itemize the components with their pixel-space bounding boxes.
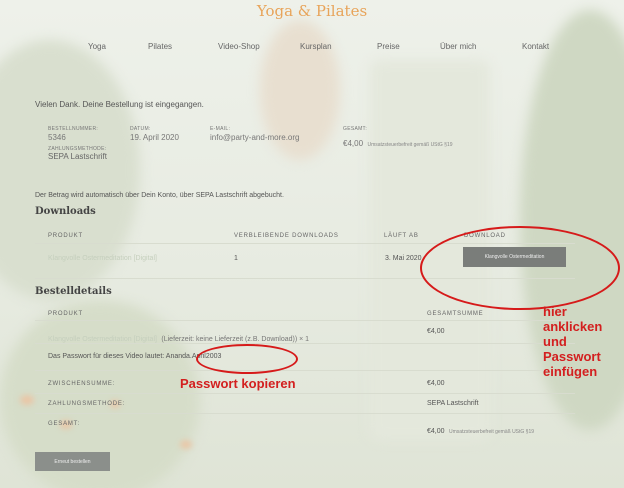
nav-item-kursplan[interactable]: Kursplan: [300, 42, 332, 51]
sepa-note: Der Betrag wird automatisch über Dein Ko…: [35, 192, 284, 199]
download-remaining: 1: [234, 255, 238, 262]
order-number-label: BESTELLNUMMER:: [48, 126, 99, 132]
order-email-label: E-MAIL:: [210, 126, 231, 132]
order-number: 5346: [48, 133, 66, 142]
nav-item-kontakt[interactable]: Kontakt: [522, 42, 549, 51]
reorder-button[interactable]: Erneut bestellen: [35, 452, 110, 471]
order-email: info@party-and-more.org: [210, 133, 300, 142]
subtotal-label: ZWISCHENSUMME:: [48, 381, 116, 387]
grand-total-label: GESAMT:: [48, 421, 80, 427]
download-expires: 3. Mai 2020: [385, 255, 422, 262]
details-item-price: €4,00: [427, 328, 445, 335]
subtotal-value: €4,00: [427, 380, 445, 387]
details-col-product: PRODUKT: [48, 311, 83, 317]
col-product: PRODUKT: [48, 233, 83, 239]
downloads-heading: Downloads: [35, 206, 96, 217]
divider: [35, 343, 575, 344]
details-col-total: GESAMTSUMME: [427, 311, 484, 317]
annotation-click-here: hier anklicken und Passwort einfügen: [543, 304, 603, 379]
details-item-link[interactable]: Klangvolle Ostermeditation [Digital]: [48, 336, 157, 343]
payment-method-value: SEPA Lastschrift: [427, 400, 479, 407]
annotation-copy-password: Passwort kopieren: [180, 376, 296, 391]
site-title[interactable]: Yoga & Pilates: [0, 2, 624, 20]
grand-total: €4,00 Umsatzsteuerbefreit gemäß UStG §19: [427, 428, 535, 435]
nav-item-ueber-mich[interactable]: Über mich: [440, 42, 476, 51]
nav-item-preise[interactable]: Preise: [377, 42, 400, 51]
nav-item-yoga[interactable]: Yoga: [88, 42, 106, 51]
divider: [35, 393, 575, 394]
order-thanks: Vielen Dank. Deine Bestellung ist eingeg…: [35, 100, 204, 109]
nav-item-pilates[interactable]: Pilates: [148, 42, 172, 51]
password-highlight-ellipse: [196, 344, 298, 374]
divider: [35, 320, 575, 321]
order-date-label: DATUM:: [130, 126, 151, 132]
payment-method-label: ZAHLUNGSMETHODE:: [48, 401, 126, 407]
details-heading: Bestelldetails: [35, 286, 112, 297]
nav-item-video-shop[interactable]: Video-Shop: [218, 42, 260, 51]
order-method: SEPA Lastschrift: [48, 152, 107, 161]
col-expires: LÄUFT AB: [384, 233, 419, 239]
col-remaining: VERBLEIBENDE DOWNLOADS: [234, 233, 339, 239]
download-highlight-ellipse: [420, 226, 620, 310]
order-total-label: GESAMT:: [343, 126, 368, 132]
divider: [35, 413, 575, 414]
divider: [35, 370, 575, 371]
download-product-link[interactable]: Klangvolle Ostermeditation [Digital]: [48, 255, 157, 262]
order-date: 19. April 2020: [130, 133, 179, 142]
order-total: €4,00 Umsatzsteuerbefreit gemäß UStG §19: [343, 139, 453, 148]
